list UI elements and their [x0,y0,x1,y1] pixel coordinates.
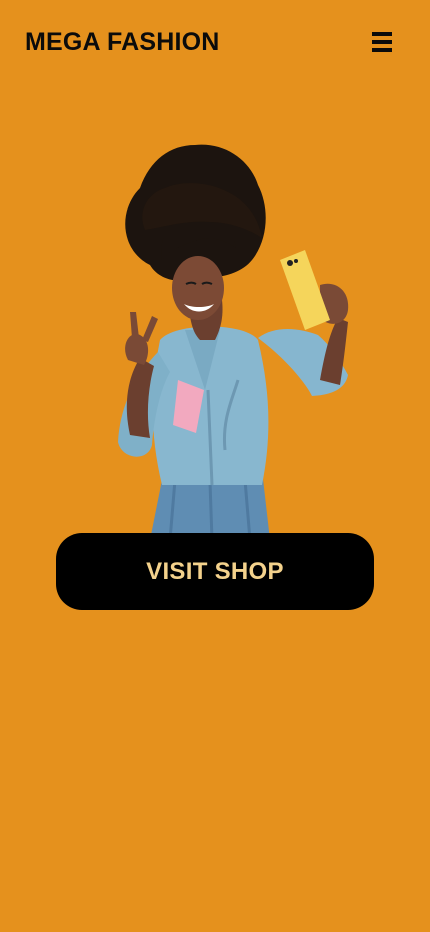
visit-shop-button[interactable]: VISIT SHOP [56,533,374,610]
brand-title: MEGA FASHION [25,28,220,56]
visit-shop-label: VISIT SHOP [146,557,284,585]
woman-selfie-illustration [118,144,349,540]
hero-image [0,90,430,540]
menu-bar-top [372,32,392,36]
menu-bar-middle [372,40,392,44]
app-header: MEGA FASHION [0,0,430,90]
menu-bar-bottom [372,48,392,52]
hamburger-menu-icon[interactable] [368,30,396,56]
